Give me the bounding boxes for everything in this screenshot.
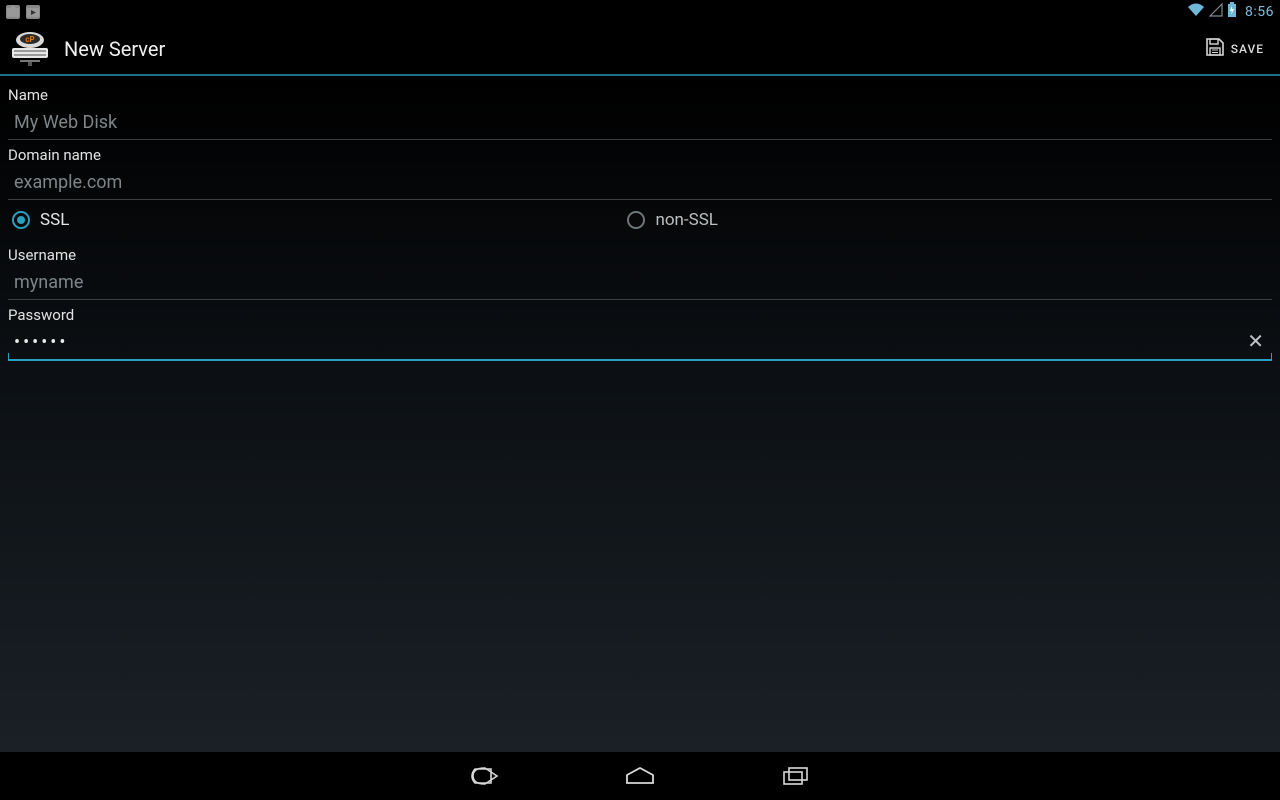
name-input[interactable] (8, 106, 1272, 140)
svg-text:cP: cP (25, 35, 34, 44)
clock-text: 8:56 (1245, 4, 1274, 20)
ssl-radio-group: SSL non-SSL (8, 200, 1272, 240)
nav-bar (0, 752, 1280, 800)
page-title: New Server (64, 37, 165, 61)
status-left-icons (6, 5, 40, 19)
nonssl-radio-label: non-SSL (655, 210, 718, 230)
recent-apps-button[interactable] (778, 762, 814, 790)
name-label: Name (8, 82, 1272, 106)
ssl-radio-label: SSL (40, 210, 69, 230)
domain-label: Domain name (8, 142, 1272, 166)
username-input[interactable] (8, 266, 1272, 300)
save-button[interactable]: SAVE (1199, 31, 1270, 67)
radio-unchecked-icon (627, 211, 645, 229)
play-store-icon (26, 5, 40, 19)
radio-checked-icon (12, 211, 30, 229)
home-button[interactable] (622, 762, 658, 790)
app-icon: cP (6, 29, 54, 69)
domain-input[interactable] (8, 166, 1272, 200)
save-button-label: SAVE (1231, 42, 1264, 56)
status-bar: 8:56 (0, 0, 1280, 24)
notification-icon (6, 5, 20, 19)
back-button[interactable] (466, 762, 502, 790)
save-icon (1205, 37, 1225, 61)
nonssl-radio[interactable]: non-SSL (627, 210, 1242, 230)
wifi-icon (1187, 3, 1205, 21)
status-right-icons: 8:56 (1187, 2, 1274, 22)
password-input[interactable] (8, 326, 1272, 361)
form-body: Name Domain name SSL non-SSL Username Pa… (0, 76, 1280, 752)
ssl-radio[interactable]: SSL (12, 210, 627, 230)
username-label: Username (8, 242, 1272, 266)
battery-icon (1227, 2, 1237, 22)
cell-signal-icon (1209, 3, 1223, 21)
password-label: Password (8, 302, 1272, 326)
action-bar: cP New Server SAVE (0, 24, 1280, 76)
clear-icon[interactable]: ✕ (1247, 329, 1264, 354)
